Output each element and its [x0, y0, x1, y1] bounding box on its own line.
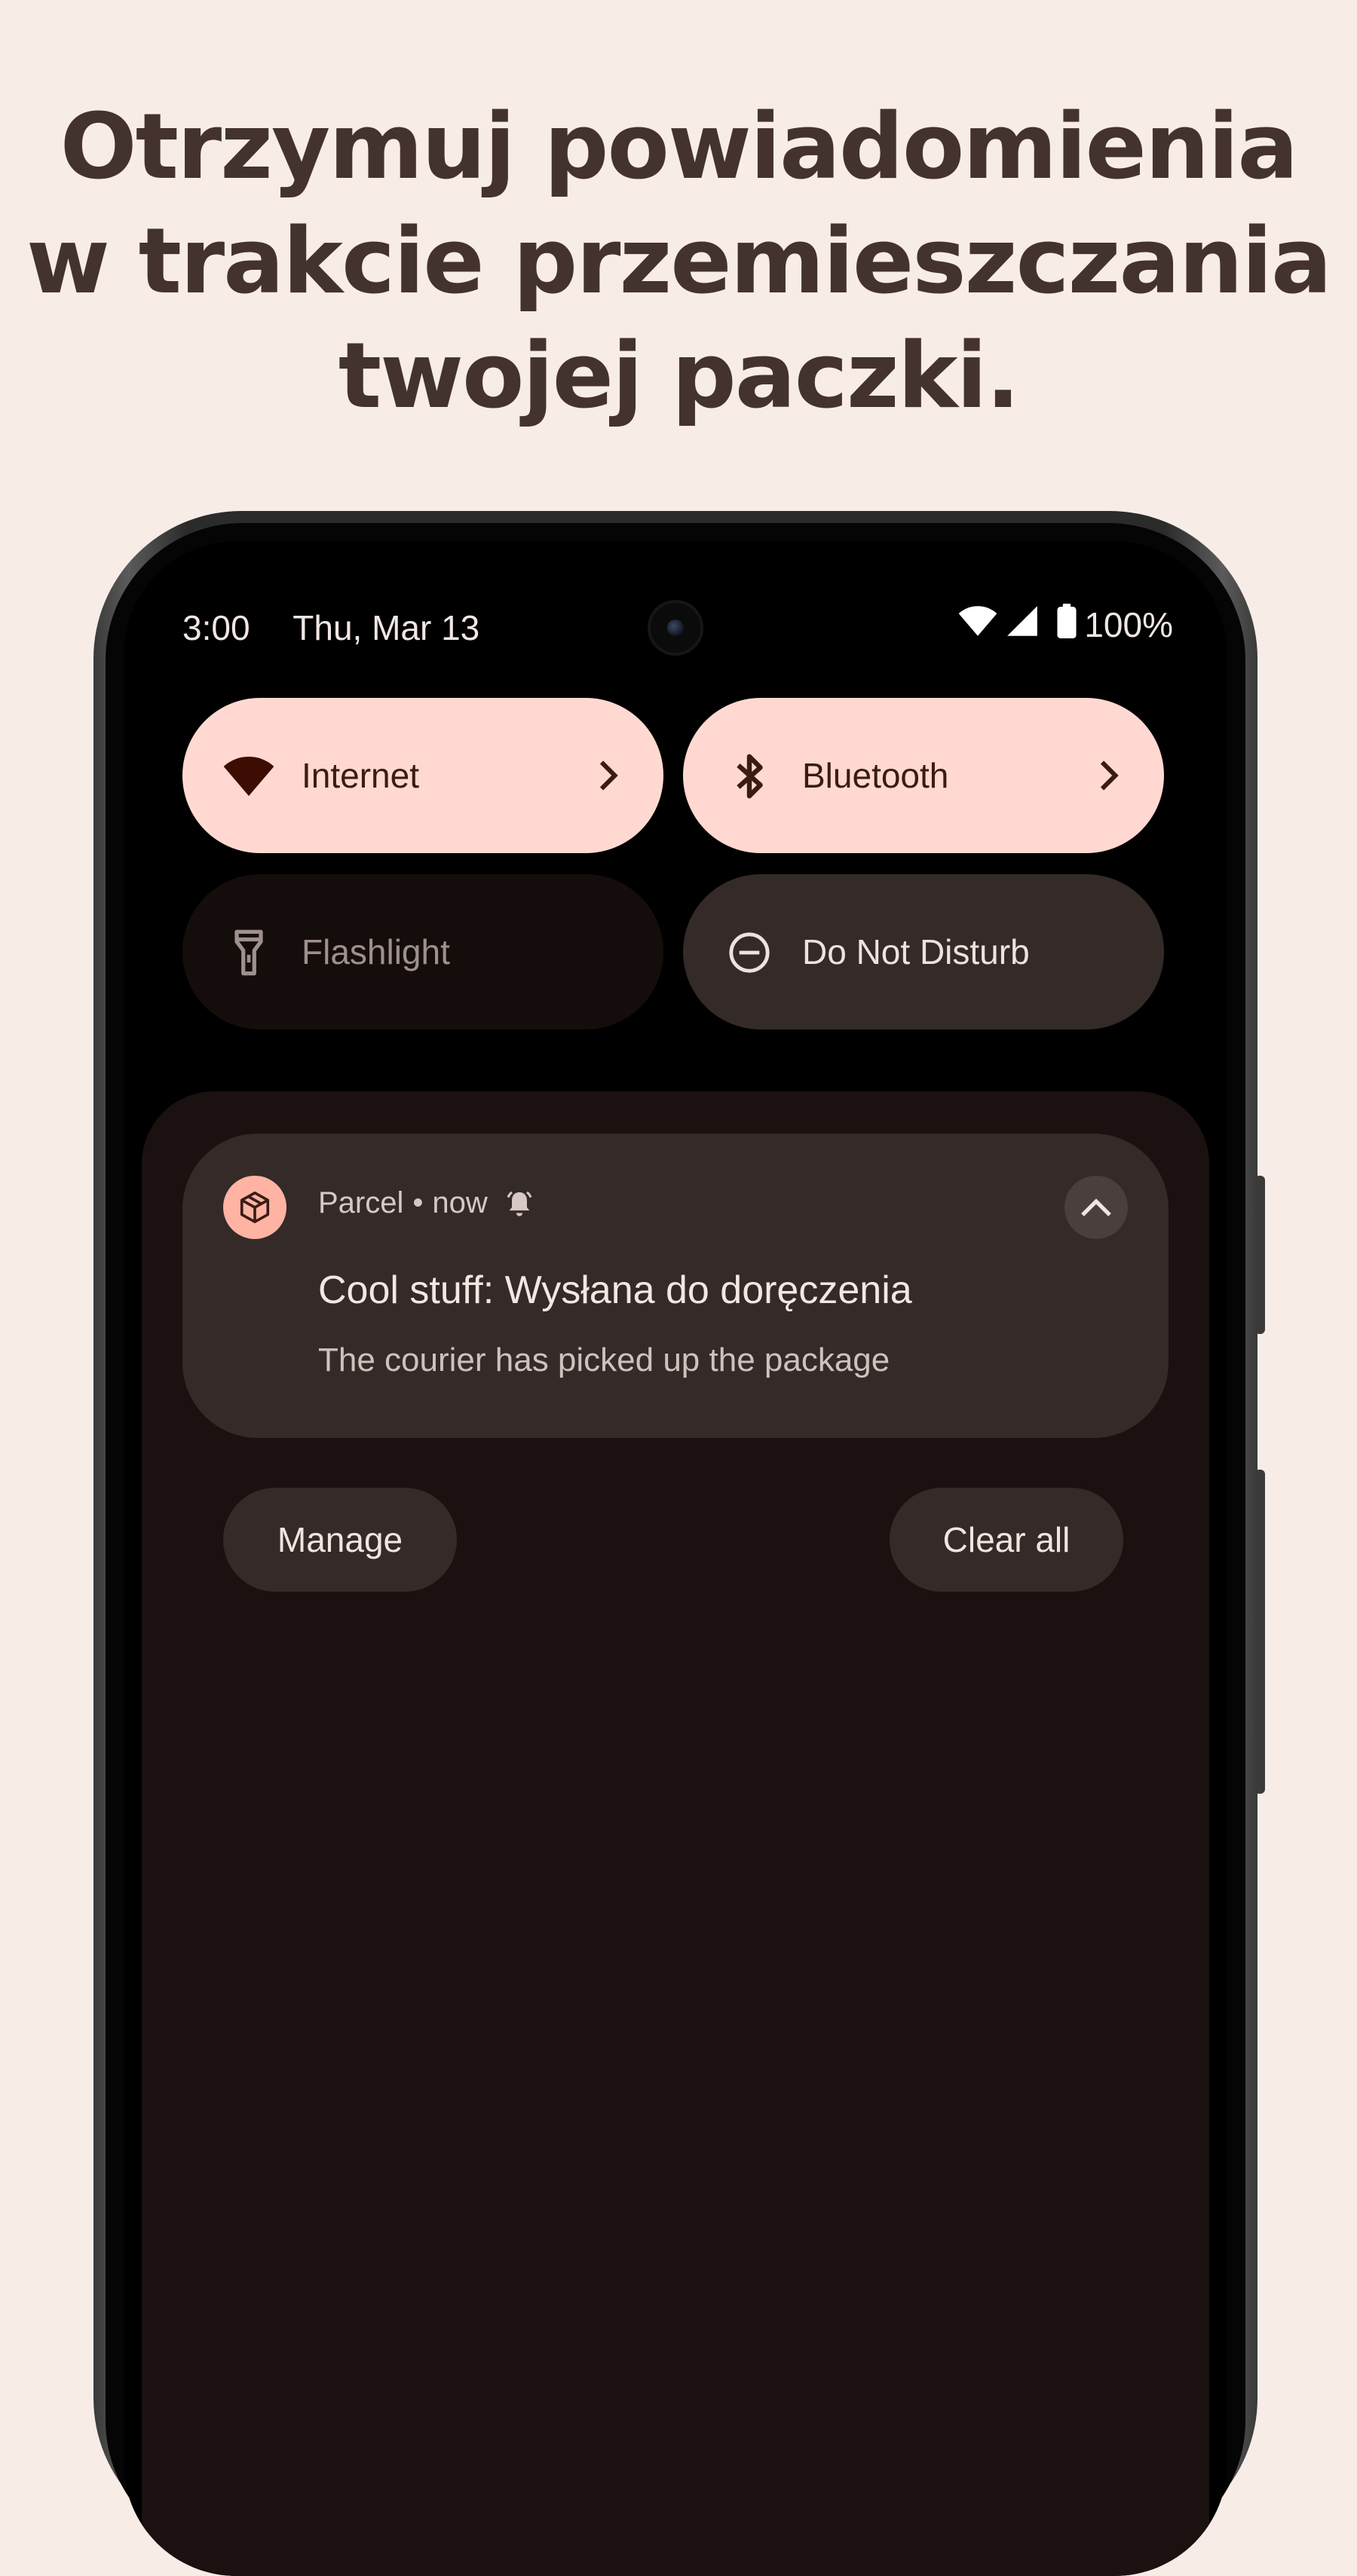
wifi-icon [222, 749, 276, 803]
notification-time: now [432, 1186, 488, 1219]
package-icon [223, 1176, 286, 1239]
tile-do-not-disturb[interactable]: Do Not Disturb [683, 874, 1164, 1029]
headline: Otrzymuj powiadomienia w trakcie przemie… [0, 90, 1357, 434]
tile-label: Do Not Disturb [802, 932, 1030, 971]
notification-shade: Parcel • now Cool stuff: Wysłana do dorę… [142, 1091, 1209, 2576]
status-bar-clock: 3:00 Thu, Mar 13 [182, 607, 479, 648]
tile-label: Flashlight [302, 932, 450, 971]
do-not-disturb-icon [722, 925, 777, 980]
tile-bluetooth[interactable]: Bluetooth [683, 698, 1164, 853]
notification-text: The courier has picked up the package [318, 1342, 890, 1378]
notification-app-name: Parcel [318, 1186, 404, 1219]
clear-all-button[interactable]: Clear all [890, 1488, 1123, 1592]
phone-screen: 3:00 Thu, Mar 13 100% Internet Bluetooth [124, 541, 1227, 2576]
battery-percent: 100% [1084, 605, 1173, 644]
chevron-right-icon [594, 757, 624, 794]
volume-button [1254, 1176, 1265, 1334]
headline-line-2: w trakcie przemieszczania [26, 210, 1332, 314]
alert-bell-icon [504, 1189, 535, 1219]
header-separator: • [412, 1186, 424, 1219]
signal-icon [1006, 604, 1039, 646]
notification-title: Cool stuff: Wysłana do doręczenia [318, 1268, 912, 1312]
battery-icon [1057, 603, 1077, 647]
collapse-button[interactable] [1064, 1176, 1128, 1239]
headline-line-1: Otrzymuj powiadomienia [60, 95, 1299, 200]
status-icons: 100% [957, 603, 1173, 647]
chevron-up-icon [1081, 1198, 1111, 1216]
tile-internet[interactable]: Internet [182, 698, 663, 853]
status-time: 3:00 [182, 608, 250, 647]
headline-line-3: twojej paczki. [338, 324, 1020, 429]
flashlight-icon [222, 925, 276, 980]
tile-flashlight[interactable]: Flashlight [182, 874, 663, 1029]
tile-label: Bluetooth [802, 756, 949, 795]
chevron-right-icon [1095, 757, 1125, 794]
notification-header: Parcel • now [318, 1186, 535, 1220]
bluetooth-icon [722, 749, 777, 803]
status-date: Thu, Mar 13 [293, 608, 480, 647]
wifi-icon [957, 604, 998, 646]
manage-button[interactable]: Manage [223, 1488, 457, 1592]
notification-card[interactable]: Parcel • now Cool stuff: Wysłana do dorę… [182, 1134, 1169, 1438]
front-camera-icon [648, 600, 703, 656]
power-button [1254, 1470, 1265, 1794]
tile-label: Internet [302, 756, 419, 795]
